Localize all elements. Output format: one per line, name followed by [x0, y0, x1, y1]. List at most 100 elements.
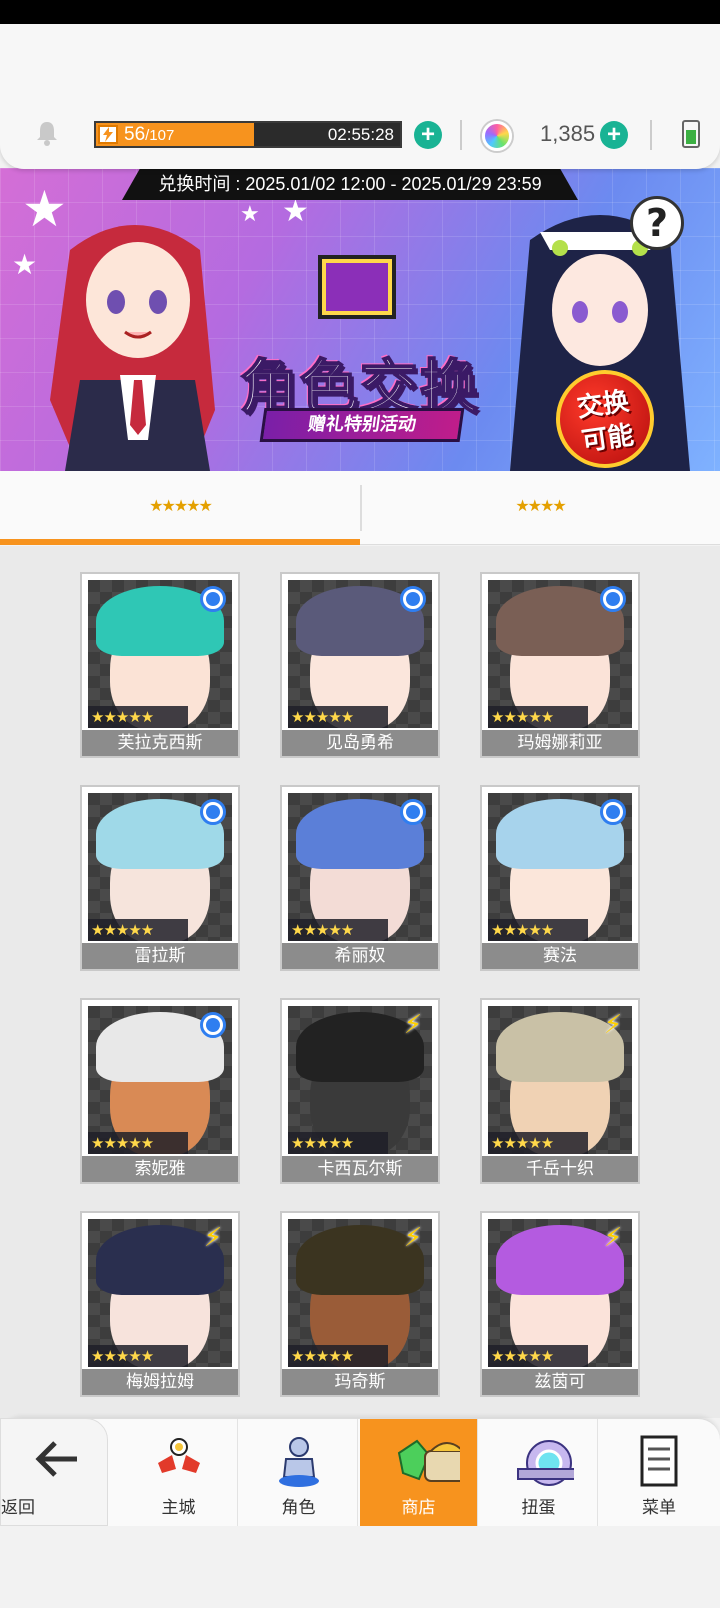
- battery-icon: [682, 120, 700, 148]
- rarity-stars: ★★★★★: [288, 1132, 388, 1154]
- character-portrait: ★★★★★: [88, 793, 232, 941]
- element-circle-icon: [400, 586, 426, 612]
- character-portrait: ★★★★★: [88, 1006, 232, 1154]
- character-name: 玛奇斯: [282, 1369, 438, 1395]
- rarity-stars: ★★★★★: [488, 1132, 588, 1154]
- rarity-stars: ★★★★★: [88, 1345, 188, 1367]
- character-portrait: ★★★★★ ⚡: [488, 1219, 632, 1367]
- element-circle-icon: [200, 799, 226, 825]
- character-card[interactable]: ★★★★★ 希丽奴: [280, 785, 440, 971]
- star-decoration: ★: [12, 248, 38, 281]
- tab-five-star[interactable]: ★★★★★: [0, 471, 360, 545]
- nav-label: 菜单: [642, 1498, 676, 1518]
- gem-icon: [482, 121, 512, 151]
- element-circle-icon: [600, 586, 626, 612]
- nav-gacha[interactable]: 扭蛋: [480, 1419, 598, 1527]
- character-portrait: ★★★★★ ⚡: [288, 1006, 432, 1154]
- element-circle-icon: [600, 799, 626, 825]
- add-gem-button[interactable]: +: [600, 121, 628, 149]
- castle-icon: [158, 1438, 200, 1473]
- lightning-icon: ⚡: [403, 1010, 423, 1040]
- character-name: 见岛勇希: [282, 730, 438, 756]
- stamina-bar: 56/107 02:55:28: [94, 121, 402, 148]
- character-name: 玛姆娜莉亚: [482, 730, 638, 756]
- stamina-fill: [96, 123, 255, 146]
- character-name: 梅姆拉姆: [82, 1369, 238, 1395]
- rarity-stars: ★★★★★: [88, 706, 188, 728]
- nav-menu[interactable]: 菜单: [600, 1419, 718, 1527]
- nav-castle[interactable]: 主城: [120, 1419, 238, 1527]
- lightning-icon: ⚡: [203, 1223, 223, 1253]
- character-card[interactable]: ★★★★★ 见岛勇希: [280, 572, 440, 758]
- help-button[interactable]: ?: [630, 196, 684, 250]
- character-portrait: ★★★★★: [488, 793, 632, 941]
- gift-envelope-icon: [318, 255, 396, 319]
- character-portrait: ★★★★★: [288, 793, 432, 941]
- nav-shop[interactable]: 商店: [360, 1419, 478, 1527]
- character-icon: [279, 1437, 319, 1487]
- character-card[interactable]: ★★★★★ ⚡ 卡西瓦尔斯: [280, 998, 440, 1184]
- bottom-navigation: 主城 角色 商店 扭蛋 菜单: [0, 1418, 720, 1527]
- character-name: 索妮雅: [82, 1156, 238, 1182]
- character-card[interactable]: ★★★★★ ⚡ 兹茵可: [480, 1211, 640, 1397]
- character-portrait: ★★★★★: [288, 580, 432, 728]
- character-card[interactable]: ★★★★★ 雷拉斯: [80, 785, 240, 971]
- character-name: 卡西瓦尔斯: [282, 1156, 438, 1182]
- lightning-icon: ⚡: [403, 1223, 423, 1253]
- system-navigation-bar: [0, 1526, 720, 1608]
- character-card[interactable]: ★★★★★ ⚡ 梅姆拉姆: [80, 1211, 240, 1397]
- character-portrait: ★★★★★ ⚡: [288, 1219, 432, 1367]
- rarity-stars: ★★★★★: [288, 706, 388, 728]
- character-card[interactable]: ★★★★★ 玛姆娜莉亚: [480, 572, 640, 758]
- exchange-time: 兑换时间 : 2025.01/02 12:00 - 2025.01/29 23:…: [122, 168, 578, 200]
- nav-label: 主城: [161, 1498, 196, 1518]
- rarity-stars: ★★★★★: [288, 919, 388, 941]
- character-card[interactable]: ★★★★★ 芙拉克西斯: [80, 572, 240, 758]
- stamina-timer: 02:55:28: [327, 125, 394, 144]
- character-card[interactable]: ★★★★★ ⚡ 玛奇斯: [280, 1211, 440, 1397]
- rarity-stars: ★★★★★: [88, 1132, 188, 1154]
- gacha-icon: [517, 1440, 574, 1486]
- character-portrait: ★★★★★: [88, 580, 232, 728]
- character-name: 希丽奴: [282, 943, 438, 969]
- lightning-icon: ⚡: [603, 1010, 623, 1040]
- nav-character[interactable]: 角色: [240, 1419, 358, 1527]
- rarity-stars: ★★★★★: [488, 919, 588, 941]
- character-card[interactable]: ★★★★★ ⚡ 千岳十织: [480, 998, 640, 1184]
- character-grid: ★★★★★ 芙拉克西斯 ★★★★★ 见岛勇希 ★★★★★ 玛姆娜莉亚 ★★★★★ 雷拉斯 ★★★…: [0, 546, 720, 1418]
- rarity-stars: ★★★★★: [488, 706, 588, 728]
- character-name: 芙拉克西斯: [82, 730, 238, 756]
- rarity-tabs: ★★★★★ ★★★★: [0, 471, 720, 545]
- menu-icon: [640, 1435, 678, 1487]
- nav-label: 角色: [281, 1498, 316, 1518]
- character-name: 赛法: [482, 943, 638, 969]
- element-circle-icon: [200, 586, 226, 612]
- lightning-icon: ⚡: [603, 1223, 623, 1253]
- tab-four-star[interactable]: ★★★★: [360, 471, 720, 545]
- banner-subtitle: 赠礼特别活动: [259, 408, 465, 442]
- character-card[interactable]: ★★★★★ 索妮雅: [80, 998, 240, 1184]
- character-name: 雷拉斯: [82, 943, 238, 969]
- nav-label: 商店: [401, 1498, 436, 1518]
- back-label: 返回: [1, 1498, 35, 1518]
- stamina-max: /107: [145, 127, 175, 144]
- element-circle-icon: [200, 1012, 226, 1038]
- character-name: 兹茵可: [482, 1369, 638, 1395]
- lightning-icon: [98, 125, 118, 144]
- divider: [460, 120, 462, 150]
- rarity-stars: ★★★★★: [288, 1345, 388, 1367]
- bell-icon[interactable]: [32, 118, 62, 148]
- rarity-stars: ★★★★★: [88, 919, 188, 941]
- left-character-art: [50, 225, 215, 471]
- stamina-current: 56: [124, 124, 146, 145]
- star-decoration: ★: [240, 202, 260, 227]
- add-stamina-button[interactable]: +: [414, 121, 442, 149]
- back-arrow-icon: [35, 1441, 77, 1477]
- character-card[interactable]: ★★★★★ 赛法: [480, 785, 640, 971]
- character-portrait: ★★★★★ ⚡: [488, 1006, 632, 1154]
- element-circle-icon: [400, 799, 426, 825]
- seal-text: 交换可能: [575, 386, 636, 458]
- divider: [650, 120, 652, 150]
- shop-icon: [397, 1439, 460, 1482]
- back-button[interactable]: 返回: [0, 1418, 108, 1526]
